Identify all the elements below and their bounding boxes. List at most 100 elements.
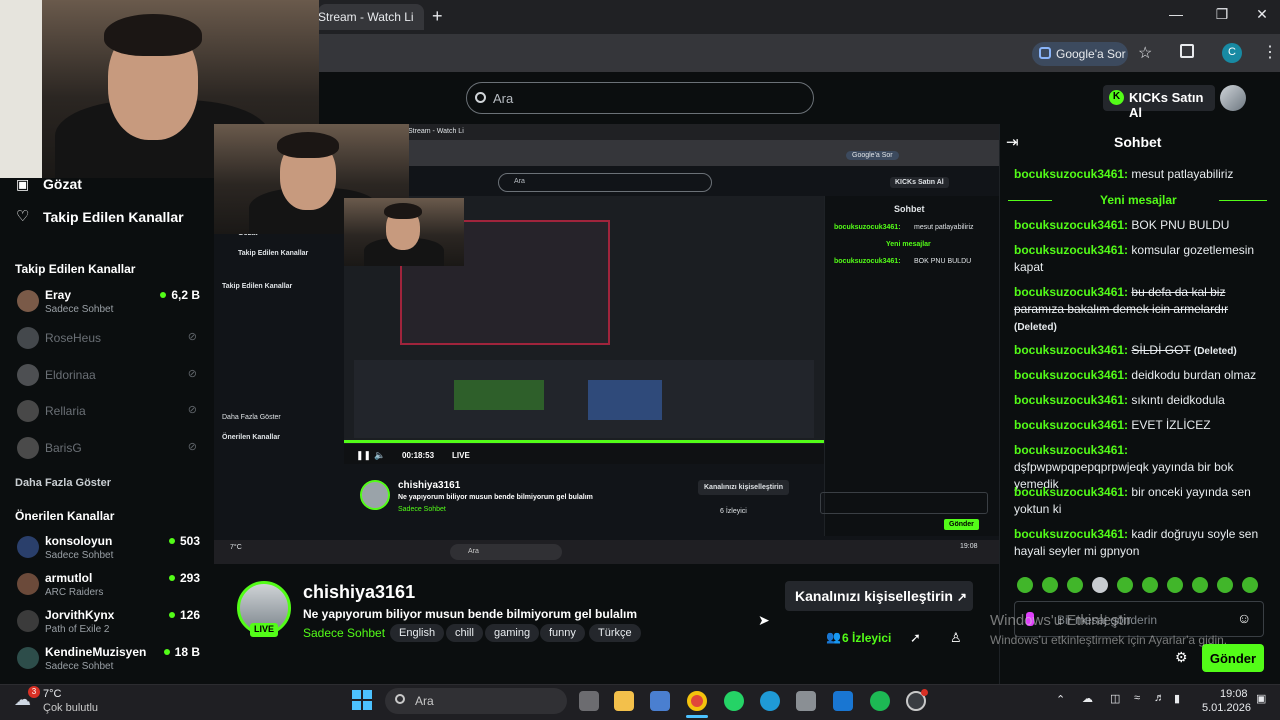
chat-username[interactable]: bocuksuzocuk3461:: [1014, 393, 1128, 407]
tag-gaming[interactable]: gaming: [485, 624, 540, 642]
ask-google-button[interactable]: Google'a Sor: [1032, 42, 1128, 66]
wifi-icon[interactable]: ≈: [1134, 692, 1140, 704]
extensions-icon[interactable]: [1180, 44, 1194, 58]
viewer-count: 293: [168, 571, 200, 585]
maximize-icon[interactable]: ❐: [1210, 6, 1234, 23]
volume-icon[interactable]: 🔈: [374, 450, 385, 461]
close-window-icon[interactable]: ✕: [1250, 6, 1274, 23]
emoji-picker-icon[interactable]: ☺: [1237, 610, 1251, 626]
emote-icon[interactable]: [1242, 577, 1258, 593]
display-icon[interactable]: ◫: [1110, 692, 1120, 705]
pause-icon[interactable]: ❚❚: [356, 450, 371, 461]
share-icon[interactable]: ➚: [910, 630, 921, 646]
emote-icon[interactable]: [1067, 577, 1083, 593]
recommended-channel-konsoloyun[interactable]: konsoloyun Sadece Sohbet 503: [15, 533, 205, 563]
heart-icon: ♡: [16, 208, 30, 225]
file-explorer-icon[interactable]: [614, 691, 634, 711]
live-dot: [168, 575, 175, 581]
notification-icon[interactable]: ▣: [1256, 692, 1266, 705]
emote-icon[interactable]: [1092, 577, 1108, 593]
tag-funny[interactable]: funny: [540, 624, 585, 642]
chat-username[interactable]: bocuksuzocuk3461:: [1014, 343, 1128, 357]
clock-time[interactable]: 19:08: [1220, 688, 1248, 700]
customize-channel-button[interactable]: Kanalınızı kişiselleştirin ↗: [785, 581, 973, 611]
tag-chill[interactable]: chill: [446, 624, 483, 642]
mirrored-controls-dock: [588, 380, 662, 420]
minimize-icon[interactable]: —: [1164, 6, 1188, 22]
chat-message-deleted: bocuksuzocuk3461: SİLDİ GOT (Deleted): [1014, 342, 1264, 360]
mirrored-search-placeholder: Ara: [514, 178, 525, 185]
store-icon[interactable]: [650, 691, 670, 711]
followed-channel-roseheus[interactable]: RoseHeus ⊘: [15, 327, 205, 350]
battery-icon[interactable]: ▮: [1174, 692, 1180, 705]
mirrored-category: Sadece Sohbet: [398, 506, 446, 513]
chat-username[interactable]: bocuksuzocuk3461:: [1014, 443, 1128, 457]
show-more-link[interactable]: Daha Fazla Göster: [15, 477, 111, 489]
followed-channels-title: Takip Edilen Kanallar: [15, 262, 136, 276]
new-tab-button[interactable]: +: [432, 6, 443, 27]
clock-date[interactable]: 5.01.2026: [1202, 702, 1251, 714]
emote-icon[interactable]: [1117, 577, 1133, 593]
onedrive-icon[interactable]: ☁: [1082, 692, 1093, 705]
tray-chevron-icon[interactable]: ⌃: [1056, 693, 1065, 706]
task-view-icon[interactable]: [579, 691, 599, 711]
chat-username[interactable]: bocuksuzocuk3461:: [1014, 243, 1128, 257]
send-button[interactable]: Gönder: [1202, 644, 1264, 672]
channel-name[interactable]: chishiya3161: [303, 582, 415, 603]
weather-temp[interactable]: 7°C: [43, 688, 61, 700]
channel-name: KendineMuzisyen: [45, 645, 147, 659]
chat-username[interactable]: bocuksuzocuk3461:: [1014, 485, 1128, 499]
chat-username[interactable]: bocuksuzocuk3461:: [1014, 418, 1128, 432]
chat-text: deidkodu burdan olmaz: [1131, 368, 1257, 382]
mirrored-nav-following: Takip Edilen Kanallar: [238, 250, 309, 257]
recommended-channel-jorvithkynx[interactable]: JorvithKynx Path of Exile 2 126: [15, 607, 205, 637]
channel-name: Eray: [45, 288, 72, 302]
search-input[interactable]: Ara: [466, 82, 814, 114]
chrome-icon[interactable]: [687, 691, 707, 711]
recording-dot: [921, 689, 928, 696]
wall: [0, 0, 42, 178]
whatsapp-icon[interactable]: [724, 691, 744, 711]
mirrored-new-messages: Yeni mesajlar: [886, 241, 931, 248]
calculator-icon[interactable]: [796, 691, 816, 711]
chat-username[interactable]: bocuksuzocuk3461:: [1014, 368, 1128, 382]
bookmark-star-icon[interactable]: ☆: [1138, 43, 1152, 63]
recommended-channel-kendinemuzisyen[interactable]: KendineMuzisyen Sadece Sohbet 18 B: [15, 644, 205, 674]
emote-icon[interactable]: [1167, 577, 1183, 593]
emote-icon[interactable]: [1192, 577, 1208, 593]
followed-channel-eray[interactable]: Eray Sadece Sohbet 6,2 B: [15, 287, 205, 317]
chat-username[interactable]: bocuksuzocuk3461:: [1014, 285, 1128, 299]
recommended-channel-armutlol[interactable]: armutlol ARC Raiders 293: [15, 570, 205, 600]
sidebar-nav-browse[interactable]: Gözat: [43, 176, 82, 192]
followed-channel-barisg[interactable]: BarisG ⊘: [15, 437, 205, 460]
sidebar-nav-following[interactable]: Takip Edilen Kanallar: [43, 209, 184, 225]
volume-icon[interactable]: ♬: [1154, 692, 1165, 704]
emote-icon[interactable]: [1142, 577, 1158, 593]
tag-turkce[interactable]: Türkçe: [589, 624, 641, 642]
emote-icon[interactable]: [1217, 577, 1233, 593]
emote-icon[interactable]: [1042, 577, 1058, 593]
windows-start-icon[interactable]: [352, 690, 372, 710]
collapse-chat-icon[interactable]: ⇥: [1006, 133, 1019, 151]
mirrored-tab-title: Stream - Watch Li: [408, 128, 464, 135]
user-avatar[interactable]: [1220, 85, 1246, 111]
emote-icon[interactable]: [1017, 577, 1033, 593]
followed-channel-eldorinaa[interactable]: Eldorinaa ⊘: [15, 364, 205, 387]
follow-user-icon[interactable]: ♙: [950, 630, 962, 646]
chat-username[interactable]: bocuksuzocuk3461:: [1014, 527, 1128, 541]
chat-username[interactable]: bocuksuzocuk3461:: [1014, 218, 1128, 232]
chat-settings-icon[interactable]: ⚙: [1175, 649, 1188, 666]
tag-english[interactable]: English: [390, 624, 445, 642]
buy-kicks-button[interactable]: K KICKs Satın Al: [1103, 85, 1215, 120]
taskbar-search[interactable]: Ara: [385, 688, 567, 714]
edge-icon[interactable]: [760, 691, 780, 711]
app-icon[interactable]: [833, 691, 853, 711]
browser-menu-icon[interactable]: ⋮: [1262, 42, 1278, 62]
profile-avatar[interactable]: C: [1222, 43, 1242, 63]
chat-username[interactable]: bocuksuzocuk3461:: [1014, 167, 1128, 181]
browser-tab[interactable]: Stream - Watch Li: [318, 4, 424, 30]
external-link-icon: ↗: [956, 590, 967, 604]
spotify-icon[interactable]: [870, 691, 890, 711]
stream-category[interactable]: Sadece Sohbet: [303, 626, 385, 640]
followed-channel-rellaria[interactable]: Rellaria ⊘: [15, 400, 205, 423]
